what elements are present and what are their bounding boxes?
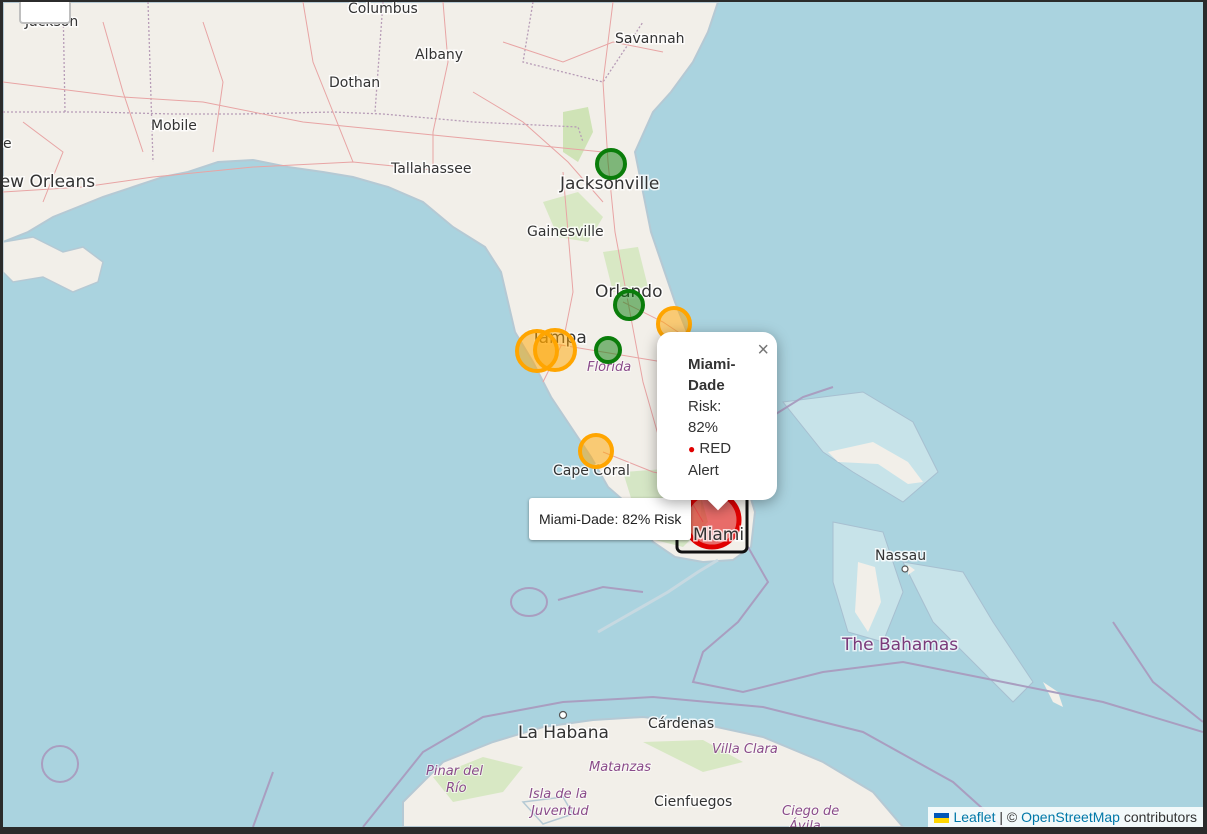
basemap[interactable]: Jackson Columbus Savannah Albany Dothan … xyxy=(3,2,1203,827)
popup-content: Miami-Dade Risk: 82% ● RED Alert xyxy=(688,354,760,481)
place-matanzas: Matanzas xyxy=(589,760,651,775)
risk-marker-lee[interactable] xyxy=(578,433,614,469)
place-columbus: Columbus xyxy=(348,2,418,17)
openstreetmap-link[interactable]: OpenStreetMap xyxy=(1021,809,1120,825)
place-ciego-line2: Ávila xyxy=(788,818,821,827)
delta-land xyxy=(3,236,104,293)
popup-alert-word: Alert xyxy=(688,462,719,479)
risk-marker-polk[interactable] xyxy=(594,336,622,364)
place-villa-clara: Villa Clara xyxy=(712,742,778,757)
ukraine-flag-icon xyxy=(934,813,950,824)
marker-tooltip: Miami-Dade: 82% Risk xyxy=(529,498,692,540)
popup-risk-label: Risk: xyxy=(688,398,722,415)
place-bahamas: The Bahamas xyxy=(841,635,958,655)
place-isla-juventud-line1: Isla de la xyxy=(529,787,587,802)
nassau-dot xyxy=(901,565,909,573)
attribution-suffix: contributors xyxy=(1123,809,1197,825)
place-albany: Albany xyxy=(415,47,463,63)
popup-title: Miami-Dade xyxy=(688,356,736,394)
popup-risk-value: 82% xyxy=(688,419,719,436)
place-pinar-del-rio-line1: Pinar del xyxy=(426,764,483,779)
place-gainesville: Gainesville xyxy=(527,224,604,240)
place-nassau: Nassau xyxy=(875,548,926,564)
place-new-orleans: New Orleans xyxy=(3,172,95,192)
place-partial-e: e xyxy=(3,136,12,152)
risk-marker-hillsborough[interactable] xyxy=(533,328,577,372)
risk-marker-orlando[interactable] xyxy=(613,289,645,321)
map-container[interactable]: Jackson Columbus Savannah Albany Dothan … xyxy=(3,2,1203,827)
attribution-separator: | © xyxy=(999,809,1018,825)
place-miami: Miami xyxy=(693,525,744,545)
risk-marker-jacksonville[interactable] xyxy=(595,148,627,180)
place-cienfuegos: Cienfuegos xyxy=(654,794,732,810)
place-mobile: Mobile xyxy=(151,118,197,134)
leaflet-link[interactable]: Leaflet xyxy=(953,809,995,825)
marker-popup: × Miami-Dade Risk: 82% ● RED Alert xyxy=(657,332,777,511)
place-pinar-del-rio-line2: Río xyxy=(446,781,467,796)
tooltip-text: Miami-Dade: 82% Risk xyxy=(539,511,682,527)
bahamas-banks xyxy=(782,391,1034,703)
tortugas-ring xyxy=(510,585,644,617)
place-isla-juventud-line2: Juventud xyxy=(528,804,589,819)
zoom-control[interactable] xyxy=(19,2,71,24)
map-attribution: Leaflet | © OpenStreetMap contributors xyxy=(928,807,1203,827)
place-savannah: Savannah xyxy=(615,31,685,47)
popup-tip xyxy=(701,500,735,520)
florida-keys xyxy=(597,558,719,634)
place-ciego-line1: Ciego de xyxy=(782,804,839,819)
place-tallahassee: Tallahassee xyxy=(390,161,471,177)
habana-dot xyxy=(558,710,568,720)
popup-alert-level: RED xyxy=(699,440,732,457)
place-cardenas: Cárdenas xyxy=(648,716,714,732)
place-dothan: Dothan xyxy=(329,75,380,91)
place-la-habana: La Habana xyxy=(518,723,609,743)
alert-dot-icon: ● xyxy=(688,442,696,456)
lone-islet xyxy=(41,745,79,783)
